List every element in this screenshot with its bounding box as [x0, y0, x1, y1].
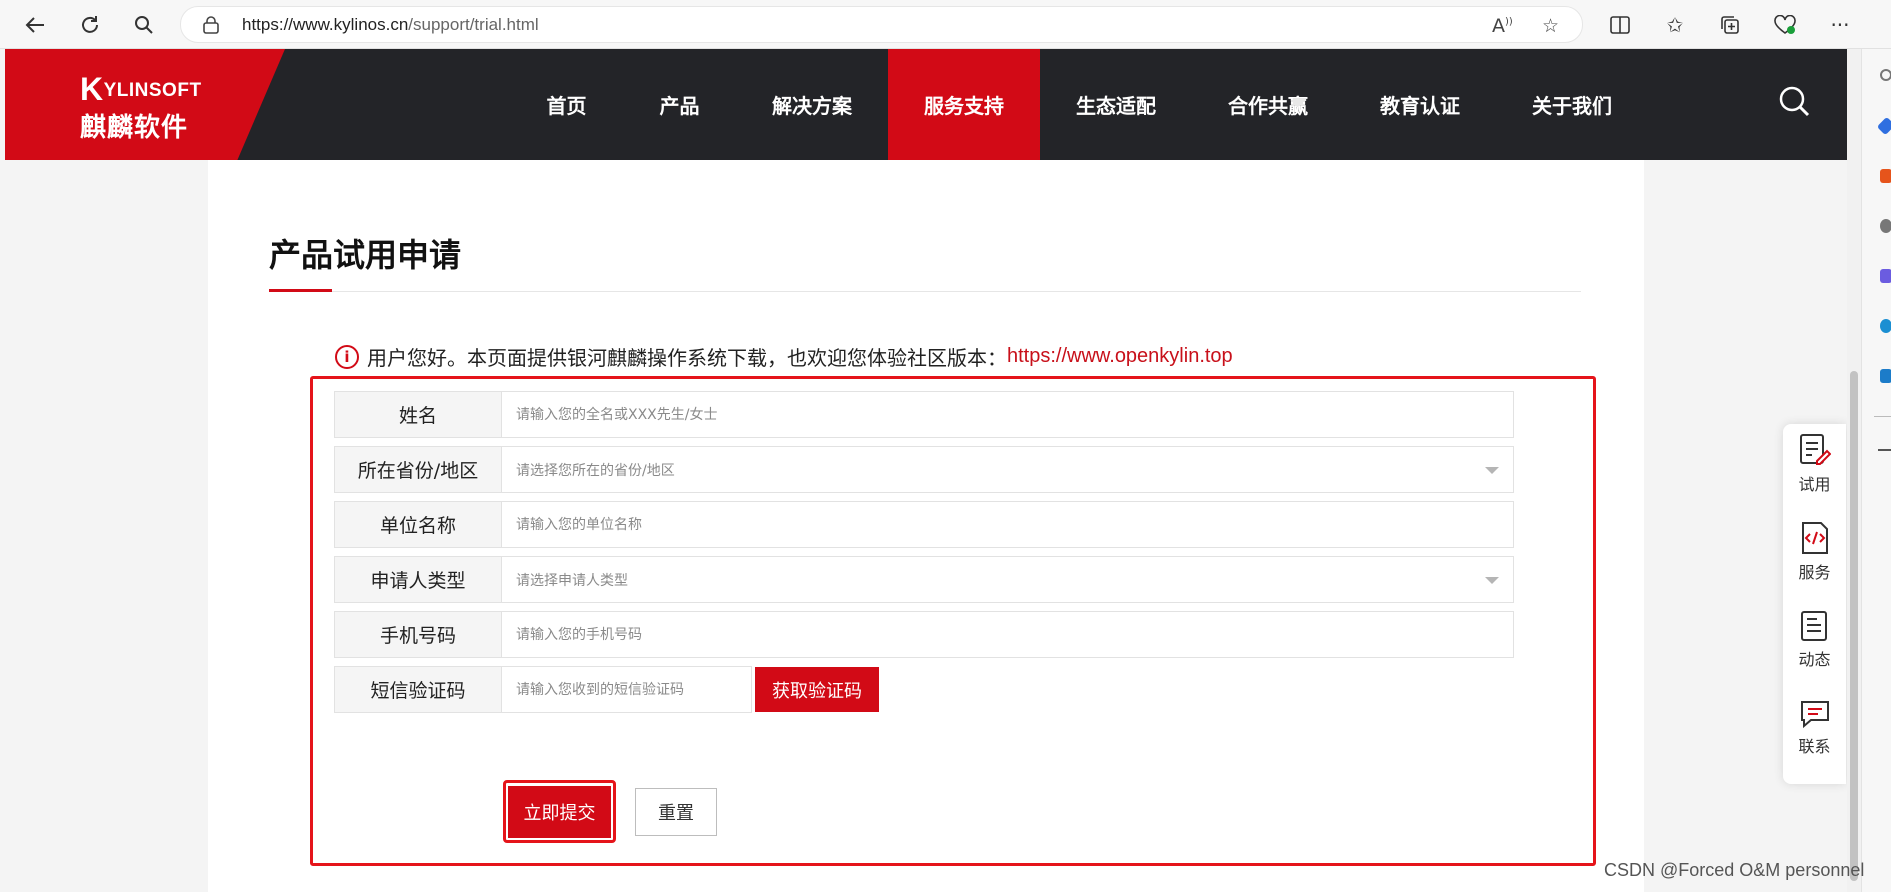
- sidebar-games-icon[interactable]: [1880, 219, 1891, 233]
- float-service[interactable]: 服务: [1783, 512, 1846, 592]
- refresh-icon[interactable]: [73, 8, 107, 42]
- menu-item-6[interactable]: 教育认证: [1344, 49, 1496, 160]
- sidebar-copilot-icon[interactable]: [1876, 116, 1891, 136]
- logo[interactable]: KYLINSOFT 麒麟软件: [5, 49, 285, 160]
- chevron-down-icon: [1485, 577, 1499, 584]
- menu-item-2[interactable]: 解决方案: [736, 49, 888, 160]
- float-news[interactable]: 动态: [1783, 600, 1846, 680]
- site-header: KYLINSOFT 麒麟软件 首页 产品 解决方案 服务支持 生态适配 合作共赢 教育认证关…: [5, 49, 1847, 160]
- news-document-icon: [1800, 611, 1827, 641]
- float-contact[interactable]: 联系: [1783, 688, 1846, 768]
- phone-input[interactable]: [502, 612, 1513, 657]
- region-label: 所在省份/地区: [335, 447, 502, 492]
- title-accent-bar: [269, 289, 332, 292]
- menu-item-1[interactable]: 产品: [623, 49, 736, 160]
- trial-form-icon: [1799, 434, 1831, 465]
- favorite-star-icon[interactable]: ☆: [1542, 15, 1559, 37]
- name-row: 姓名: [334, 391, 1514, 438]
- region-row: 所在省份/地区 请选择您所在的省份/地区: [334, 446, 1514, 493]
- scrollbar-thumb[interactable]: [1850, 371, 1858, 881]
- submit-button[interactable]: 立即提交: [508, 786, 611, 838]
- menu-item-5[interactable]: 合作共赢: [1192, 49, 1344, 160]
- sms-code-input[interactable]: [502, 667, 751, 712]
- lock-icon: [203, 16, 219, 34]
- sidebar-add-icon[interactable]: [1878, 449, 1891, 451]
- sidebar-shopping-icon[interactable]: [1880, 169, 1891, 183]
- float-trial[interactable]: 试用: [1783, 424, 1846, 504]
- menu-item-4[interactable]: 生态适配: [1040, 49, 1192, 160]
- region-select[interactable]: 请选择您所在的省份/地区: [502, 447, 1513, 492]
- site-search-icon[interactable]: [1775, 83, 1815, 123]
- chevron-down-icon: [1485, 467, 1499, 474]
- read-aloud-icon[interactable]: A)): [1492, 15, 1513, 37]
- reset-button[interactable]: 重置: [635, 788, 717, 836]
- browser-essentials-icon[interactable]: [1770, 10, 1800, 40]
- sidebar-divider: [1874, 416, 1891, 417]
- sms-code-row: 短信验证码: [334, 666, 752, 713]
- page-scrollbar[interactable]: [1847, 49, 1861, 892]
- notice-message: i 用户您好。本页面提供银河麒麟操作系统下载，也欢迎您体验社区版本： https…: [335, 342, 1233, 371]
- menu-item-7[interactable]: 关于我们: [1496, 49, 1648, 160]
- phone-row: 手机号码: [334, 611, 1514, 658]
- logo-chinese: 麒麟软件: [80, 113, 189, 143]
- notice-text: 用户您好。本页面提供银河麒麟操作系统下载，也欢迎您体验社区版本：: [367, 346, 1007, 370]
- floating-side-panel: 试用 服务 动态 联系: [1783, 424, 1846, 784]
- org-row: 单位名称: [334, 501, 1514, 548]
- watermark: CSDN @Forced O&M personnel: [1604, 860, 1865, 880]
- logo-english: KYLINSOFT: [80, 71, 202, 107]
- form-card: 产品试用申请 i 用户您好。本页面提供银河麒麟操作系统下载，也欢迎您体验社区版本…: [208, 160, 1644, 892]
- chat-bubble-icon: [1800, 701, 1829, 729]
- applicant-type-label: 申请人类型: [335, 557, 502, 602]
- sms-code-label: 短信验证码: [335, 667, 502, 712]
- title-divider: [269, 291, 1581, 292]
- main-menu: 首页 产品 解决方案 服务支持 生态适配 合作共赢 教育认证 关于我们: [510, 49, 1648, 160]
- phone-label: 手机号码: [335, 612, 502, 657]
- org-label: 单位名称: [335, 502, 502, 547]
- sidebar-drop-icon[interactable]: [1880, 369, 1891, 383]
- org-input[interactable]: [502, 502, 1513, 547]
- applicant-type-row: 申请人类型 请选择申请人类型: [334, 556, 1514, 603]
- collections-icon[interactable]: [1715, 10, 1745, 40]
- sidebar-tools-icon[interactable]: [1880, 269, 1891, 283]
- applicant-type-placeholder: 请选择申请人类型: [516, 572, 628, 589]
- split-screen-icon[interactable]: [1605, 10, 1635, 40]
- url-text: https://www.kylinos.cn/support/trial.htm…: [242, 14, 539, 34]
- browser-sidebar: [1861, 49, 1891, 892]
- applicant-type-select[interactable]: 请选择申请人类型: [502, 557, 1513, 602]
- name-input[interactable]: [502, 392, 1513, 437]
- address-bar[interactable]: https://www.kylinos.cn/support/trial.htm…: [180, 6, 1583, 43]
- name-label: 姓名: [335, 392, 502, 437]
- more-options-icon[interactable]: ···: [1825, 10, 1855, 40]
- menu-item-3[interactable]: 服务支持: [888, 49, 1040, 160]
- page-viewport: KYLINSOFT 麒麟软件 首页 产品 解决方案 服务支持 生态适配 合作共赢 教育认证关…: [0, 49, 1847, 892]
- menu-item-0[interactable]: 首页: [510, 49, 623, 160]
- browser-toolbar: https://www.kylinos.cn/support/trial.htm…: [0, 0, 1891, 49]
- back-arrow-icon[interactable]: [18, 8, 52, 42]
- get-code-button[interactable]: 获取验证码: [755, 667, 879, 712]
- openkylin-link[interactable]: https://www.openkylin.top: [1007, 345, 1233, 368]
- code-document-icon: [1801, 522, 1828, 554]
- info-icon: i: [335, 344, 359, 369]
- favorites-icon[interactable]: ✩: [1660, 10, 1690, 40]
- search-icon[interactable]: [127, 8, 161, 42]
- page-title: 产品试用申请: [269, 236, 462, 274]
- sidebar-outlook-icon[interactable]: [1880, 319, 1891, 333]
- region-placeholder: 请选择您所在的省份/地区: [516, 462, 675, 479]
- sidebar-search-icon[interactable]: [1880, 69, 1891, 81]
